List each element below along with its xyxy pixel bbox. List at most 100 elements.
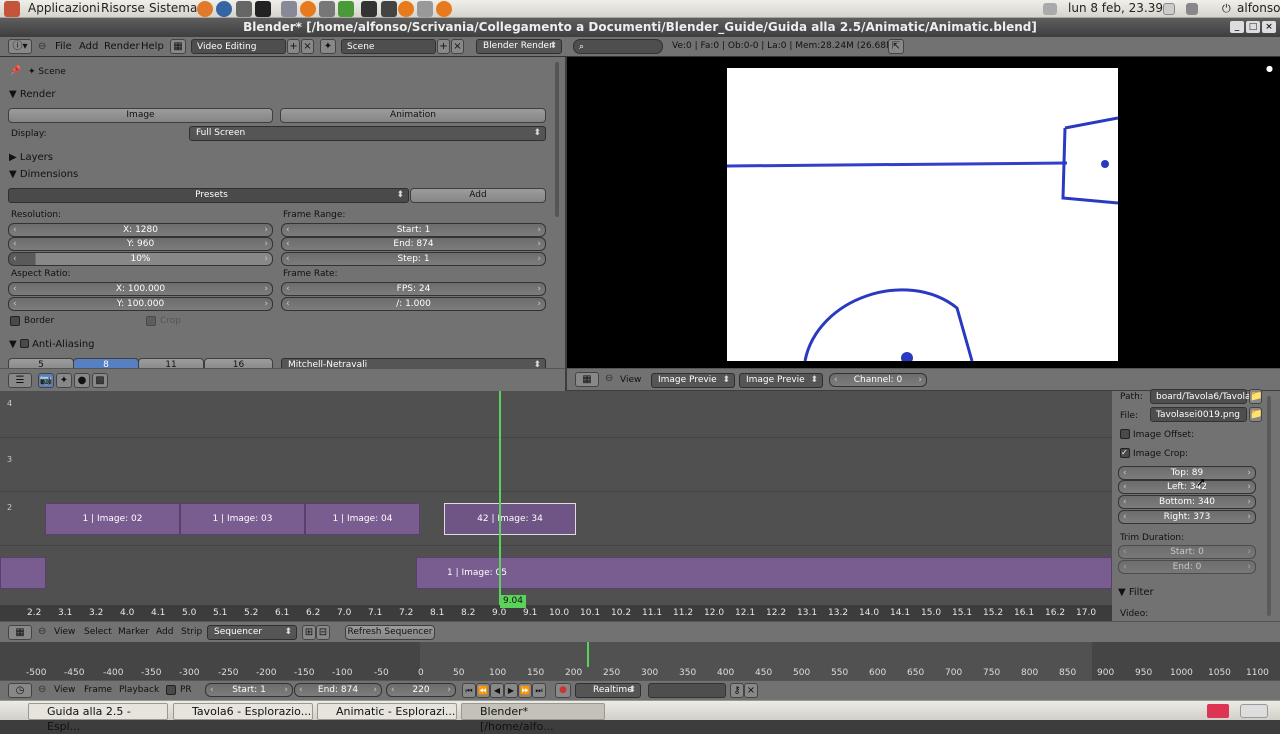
layout-field[interactable]: Video Editing xyxy=(191,39,286,54)
fps-base-field[interactable]: /: 1.000 xyxy=(281,297,546,311)
eraser-icon[interactable] xyxy=(319,1,335,17)
image-strip[interactable]: 1 | Image: 04 xyxy=(305,503,420,535)
engine-select[interactable]: Blender Render xyxy=(476,39,562,54)
image-strip[interactable]: 1 | Image: 02 xyxy=(45,503,180,535)
play-icon[interactable]: ▶ xyxy=(504,683,518,698)
task-blender[interactable]: Blender* [/home/alfo... xyxy=(461,703,605,733)
anti-aliasing-panel-header[interactable]: ▼ Anti-Aliasing xyxy=(9,338,95,350)
minimize-button[interactable]: _ xyxy=(1230,21,1244,33)
aa-samples-5[interactable]: 5 xyxy=(8,358,74,368)
aa-filter-select[interactable]: Mitchell-Netravali xyxy=(281,358,546,368)
places-menu[interactable]: Risorse xyxy=(101,1,145,15)
keying-add-icon[interactable]: ⚷ xyxy=(730,683,744,698)
timeline-collapse-icon[interactable]: ⊖ xyxy=(38,684,46,695)
applications-menu[interactable]: Applicazioni xyxy=(28,1,100,15)
clock[interactable]: lun 8 feb, 23.39 xyxy=(1068,1,1163,15)
monitor-icon[interactable] xyxy=(338,1,354,17)
seq-menu-select[interactable]: Select xyxy=(84,627,112,637)
layers-panel-header[interactable]: ▶ Layers xyxy=(9,152,53,163)
trash-indicator-icon[interactable] xyxy=(1207,704,1229,718)
trim-start-field[interactable]: Start: 0 xyxy=(1118,545,1256,559)
mail-icon[interactable] xyxy=(236,1,252,17)
blender-icon-2[interactable] xyxy=(398,1,414,17)
render-tab-icon[interactable]: 📷 xyxy=(38,373,54,388)
search-field[interactable]: ⌕ xyxy=(573,39,663,54)
tl-menu-frame[interactable]: Frame xyxy=(84,685,112,695)
help-icon[interactable] xyxy=(216,1,232,17)
menu-add[interactable]: Add xyxy=(79,41,98,52)
prev-keyframe-icon[interactable]: ⏪ xyxy=(476,683,490,698)
menu-file[interactable]: File xyxy=(55,41,72,52)
frame-step-field[interactable]: Step: 1 xyxy=(281,252,546,266)
file-field[interactable]: Tavolasei0019.png xyxy=(1150,407,1247,422)
task-explorer-tavola6[interactable]: Tavola6 - Esplorazio... xyxy=(173,703,313,720)
sequencer-collapse-icon[interactable]: ⊖ xyxy=(38,626,46,637)
system-menu[interactable]: Sistema xyxy=(149,1,197,15)
sequencer-mode-select[interactable]: Sequencer xyxy=(207,625,297,640)
pin-icon[interactable]: 📌 xyxy=(10,66,21,76)
image-strip[interactable]: 1 | Image: 03 xyxy=(180,503,305,535)
current-frame-field[interactable]: 220 xyxy=(386,683,456,697)
trim-end-field[interactable]: End: 0 xyxy=(1118,560,1256,574)
keying-set-field[interactable] xyxy=(648,683,726,698)
menu-render[interactable]: Render xyxy=(104,41,140,52)
sync-mode-select[interactable]: Realtime xyxy=(575,683,641,698)
preview-editor-icon[interactable]: ▦ xyxy=(575,372,599,387)
filter-panel-header[interactable]: ▼ Filter xyxy=(1118,587,1154,598)
inkscape-icon[interactable] xyxy=(361,1,377,17)
gimp-icon[interactable] xyxy=(417,1,433,17)
render-image-button[interactable]: Image xyxy=(8,108,273,123)
crop-top-field[interactable]: Top: 89 xyxy=(1118,466,1256,480)
side-scrollbar[interactable] xyxy=(1267,396,1271,616)
crop-right-field[interactable]: Right: 373 xyxy=(1118,510,1256,524)
power-icon[interactable]: ⏻ xyxy=(1222,2,1231,16)
terminal-icon[interactable] xyxy=(255,1,271,17)
file-browse-icon[interactable]: 📁 xyxy=(1249,407,1262,422)
frame-start-field[interactable]: Start: 1 xyxy=(281,223,546,237)
image-strip-selected[interactable]: 42 | Image: 34 xyxy=(444,503,576,535)
play-reverse-icon[interactable]: ◀ xyxy=(490,683,504,698)
render-animation-button[interactable]: Animation xyxy=(280,108,546,123)
resolution-y-field[interactable]: Y: 960 xyxy=(8,237,273,251)
layout-add-button[interactable]: + xyxy=(287,39,300,54)
scene-field[interactable]: Scene xyxy=(341,39,436,54)
task-explorer-animatic[interactable]: Animatic - Esplorazi... xyxy=(317,703,457,720)
seq-menu-add[interactable]: Add xyxy=(156,627,173,637)
blender-icon-3[interactable] xyxy=(436,1,452,17)
playhead-line[interactable] xyxy=(499,391,501,621)
image-strip[interactable]: 1 | Image: 05 xyxy=(416,557,1112,589)
world-tab-icon[interactable]: ● xyxy=(74,373,90,388)
properties-editor-icon[interactable]: ☰ xyxy=(8,373,32,388)
render-panel-header[interactable]: ▼ Render xyxy=(9,89,55,100)
channel-field[interactable]: Channel: 0 xyxy=(829,373,927,387)
preview-view-menu[interactable]: View xyxy=(620,375,641,385)
workspace-switcher[interactable] xyxy=(1240,704,1268,718)
preview-mode-select-1[interactable]: Image Previe xyxy=(651,373,735,388)
image-crop-checkbox[interactable]: ✓ xyxy=(1120,448,1130,458)
aa-samples-16[interactable]: 16 xyxy=(204,358,273,368)
mail-indicator-icon[interactable] xyxy=(1043,3,1057,15)
scene-tab-icon[interactable]: ✦ xyxy=(56,373,72,388)
preview-range-checkbox[interactable] xyxy=(166,685,176,695)
ubuntu-logo-icon[interactable] xyxy=(4,1,20,17)
display-select[interactable]: Full Screen xyxy=(189,126,546,141)
layout-icon[interactable]: ▦ xyxy=(170,39,186,54)
timeline-playhead[interactable] xyxy=(587,642,589,667)
blender-icon[interactable] xyxy=(300,1,316,17)
aa-samples-8[interactable]: 8 xyxy=(73,358,139,368)
current-frame-marker[interactable]: 9.04 xyxy=(500,595,526,608)
close-button[interactable]: × xyxy=(1262,21,1276,33)
preview-corner-icon[interactable]: ● xyxy=(1266,64,1273,73)
layout-remove-button[interactable]: × xyxy=(301,39,314,54)
scene-remove-button[interactable]: × xyxy=(451,39,464,54)
aa-samples-11[interactable]: 11 xyxy=(138,358,204,368)
collapse-icon[interactable]: ⊖ xyxy=(38,41,46,52)
seq-menu-strip[interactable]: Strip xyxy=(181,627,202,637)
tl-start-field[interactable]: Start: 1 xyxy=(205,683,293,697)
user-menu[interactable]: alfonso xyxy=(1237,1,1280,15)
crop-checkbox[interactable] xyxy=(146,316,156,326)
path-field[interactable]: board/Tavola6/Tavola6/ xyxy=(1150,389,1259,404)
frame-end-field[interactable]: End: 874 xyxy=(281,237,546,251)
resolution-percentage-slider[interactable]: 10% xyxy=(8,252,273,266)
aspect-y-field[interactable]: Y: 100.000 xyxy=(8,297,273,311)
